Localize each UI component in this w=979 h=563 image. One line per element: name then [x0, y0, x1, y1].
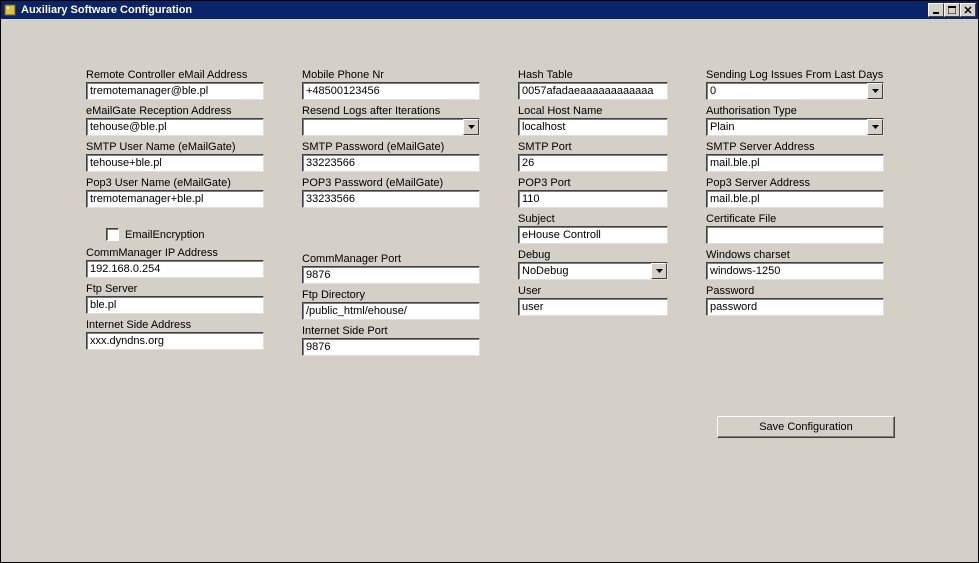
debug-label: Debug: [518, 249, 668, 261]
commmanager-ip-label: CommManager IP Address: [86, 247, 264, 259]
reception-address-input[interactable]: [86, 118, 264, 136]
log-days-label: Sending Log Issues From Last Days: [706, 69, 884, 81]
resend-logs-select[interactable]: [302, 118, 480, 136]
chevron-down-icon: [867, 83, 883, 99]
pop3-port-input[interactable]: [518, 190, 668, 208]
user-label: User: [518, 285, 668, 297]
hash-table-label: Hash Table: [518, 69, 668, 81]
column-4: Sending Log Issues From Last Days 0 Auth…: [706, 69, 884, 361]
charset-label: Windows charset: [706, 249, 884, 261]
commmanager-port-label: CommManager Port: [302, 253, 480, 265]
remote-email-input[interactable]: [86, 82, 264, 100]
log-days-select[interactable]: 0: [706, 82, 884, 100]
password-label: Password: [706, 285, 884, 297]
pop3-password-label: POP3 Password (eMailGate): [302, 177, 480, 189]
resend-logs-label: Resend Logs after Iterations: [302, 105, 480, 117]
ftp-directory-input[interactable]: [302, 302, 480, 320]
commmanager-ip-input[interactable]: [86, 260, 264, 278]
window: Auxiliary Software Configuration Remote …: [0, 0, 979, 563]
internet-port-label: Internet Side Port: [302, 325, 480, 337]
close-button[interactable]: [960, 3, 976, 17]
pop3-user-label: Pop3 User Name (eMailGate): [86, 177, 264, 189]
smtp-user-input[interactable]: [86, 154, 264, 172]
pop3-user-input[interactable]: [86, 190, 264, 208]
pop3-server-label: Pop3 Server Address: [706, 177, 884, 189]
mobile-phone-label: Mobile Phone Nr: [302, 69, 480, 81]
hash-table-input[interactable]: [518, 82, 668, 100]
app-icon: [3, 3, 17, 17]
localhost-label: Local Host Name: [518, 105, 668, 117]
chevron-down-icon: [463, 119, 479, 135]
pop3-server-input[interactable]: [706, 190, 884, 208]
smtp-password-label: SMTP Password (eMailGate): [302, 141, 480, 153]
smtp-port-label: SMTP Port: [518, 141, 668, 153]
maximize-button[interactable]: [944, 3, 960, 17]
subject-input[interactable]: [518, 226, 668, 244]
smtp-port-input[interactable]: [518, 154, 668, 172]
certificate-label: Certificate File: [706, 213, 884, 225]
mobile-phone-input[interactable]: [302, 82, 480, 100]
charset-input[interactable]: [706, 262, 884, 280]
minimize-button[interactable]: [928, 3, 944, 17]
subject-label: Subject: [518, 213, 668, 225]
titlebar: Auxiliary Software Configuration: [1, 1, 978, 19]
reception-address-label: eMailGate Reception Address: [86, 105, 264, 117]
email-encryption-label: EmailEncryption: [125, 229, 204, 241]
chevron-down-icon: [867, 119, 883, 135]
certificate-input[interactable]: [706, 226, 884, 244]
smtp-password-input[interactable]: [302, 154, 480, 172]
smtp-user-label: SMTP User Name (eMailGate): [86, 141, 264, 153]
email-encryption-checkbox[interactable]: [106, 228, 119, 241]
ftp-server-label: Ftp Server: [86, 283, 264, 295]
ftp-server-input[interactable]: [86, 296, 264, 314]
save-configuration-button[interactable]: Save Configuration: [717, 416, 895, 438]
password-input[interactable]: [706, 298, 884, 316]
internet-address-label: Internet Side Address: [86, 319, 264, 331]
smtp-server-label: SMTP Server Address: [706, 141, 884, 153]
localhost-input[interactable]: [518, 118, 668, 136]
commmanager-port-input[interactable]: [302, 266, 480, 284]
pop3-port-label: POP3 Port: [518, 177, 668, 189]
window-title: Auxiliary Software Configuration: [21, 4, 928, 16]
debug-value: NoDebug: [519, 265, 651, 277]
column-2: Mobile Phone Nr Resend Logs after Iterat…: [302, 69, 480, 361]
column-1: Remote Controller eMail Address eMailGat…: [86, 69, 264, 361]
internet-address-input[interactable]: [86, 332, 264, 350]
chevron-down-icon: [651, 263, 667, 279]
auth-type-select[interactable]: Plain: [706, 118, 884, 136]
pop3-password-input[interactable]: [302, 190, 480, 208]
debug-select[interactable]: NoDebug: [518, 262, 668, 280]
internet-port-input[interactable]: [302, 338, 480, 356]
log-days-value: 0: [707, 85, 867, 97]
user-input[interactable]: [518, 298, 668, 316]
column-3: Hash Table Local Host Name SMTP Port POP…: [518, 69, 668, 361]
auth-type-value: Plain: [707, 121, 867, 133]
ftp-directory-label: Ftp Directory: [302, 289, 480, 301]
window-buttons: [928, 3, 976, 17]
auth-type-label: Authorisation Type: [706, 105, 884, 117]
smtp-server-input[interactable]: [706, 154, 884, 172]
client-area: Remote Controller eMail Address eMailGat…: [1, 19, 978, 562]
remote-email-label: Remote Controller eMail Address: [86, 69, 264, 81]
